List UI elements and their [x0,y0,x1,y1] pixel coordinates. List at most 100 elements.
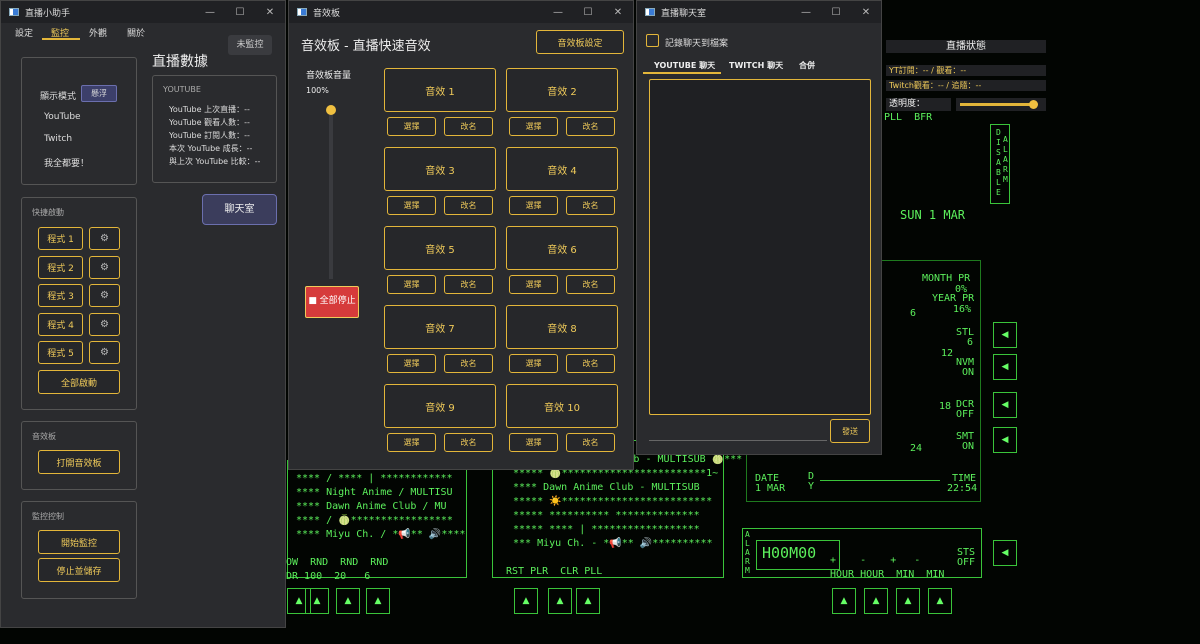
mode-all[interactable]: 我全都要！ [44,156,89,169]
minimize-icon[interactable]: — [543,7,573,18]
opacity-slider-knob[interactable] [1028,100,1038,109]
sound-rename-button[interactable]: 改名 [444,196,493,215]
soundboard-window: 音效板 — ☐ ✕ 音效板 - 直播快速音效 音效板設定 音效板音量 100% … [288,0,634,470]
menu-about[interactable]: 關於 [127,26,145,39]
sound-rename-button[interactable]: 改名 [566,433,615,452]
program-settings-gear-icon[interactable]: ⚙ [89,284,120,307]
sound-rename-button[interactable]: 改名 [566,117,615,136]
program-settings-gear-icon[interactable]: ⚙ [89,227,120,250]
minimize-icon[interactable]: — [791,7,821,18]
sound-select-button[interactable]: 選擇 [509,117,558,136]
maximize-icon[interactable]: ☐ [573,7,603,18]
bg-smt-v: ON [962,441,975,452]
bg-dcr-button: ◀ [993,392,1017,418]
stats-title: 直播數據 [152,54,208,70]
stop-save-button[interactable]: 停止並儲存 [38,558,120,582]
sound-rename-button[interactable]: 改名 [566,275,615,294]
send-button[interactable]: 發送 [830,419,870,443]
sound-select-button[interactable]: 選擇 [387,117,436,136]
tab-active-underline [643,72,721,74]
mode-twitch[interactable]: Twitch [44,134,72,144]
bg-dial-24: 24 [910,443,923,454]
sound-select-button[interactable]: 選擇 [509,196,558,215]
program-settings-gear-icon[interactable]: ⚙ [89,341,120,364]
tab-twitch-chat[interactable]: TWITCH 聊天 [729,60,783,71]
sound-pad[interactable]: 音效 7 [384,305,496,349]
bg-smt-button: ◀ [993,427,1017,453]
assistant-titlebar: 直播小助手 — ☐ ✕ [1,1,285,23]
bg-time-v: 22:54 [947,483,978,494]
program-button[interactable]: 程式 3 [38,284,83,307]
menu-appearance[interactable]: 外觀 [89,26,107,39]
sound-pad[interactable]: 音效 2 [506,68,618,112]
start-monitor-button[interactable]: 開始監控 [38,530,120,554]
menu-settings[interactable]: 設定 [15,26,33,39]
bg-alarm: A L A R M [745,530,750,575]
soundboard-title: 音效板 [313,8,341,19]
record-label: 記錄聊天到檔案 [665,39,729,49]
sound-select-button[interactable]: 選擇 [509,433,558,452]
sound-rename-button[interactable]: 改名 [444,117,493,136]
bg-min-up: ▲ [896,588,920,614]
maximize-icon[interactable]: ☐ [225,7,255,18]
bg-date-v: 1 MAR [755,483,786,494]
program-button[interactable]: 程式 1 [38,227,83,250]
bg-sts-button: ◀ [993,540,1017,566]
bg-hour-up: ▲ [832,588,856,614]
bg-dial-6: 6 [910,308,917,319]
close-icon[interactable]: ✕ [851,7,881,18]
volume-slider-knob[interactable] [326,105,336,115]
float-button[interactable]: 懸浮 [81,85,117,102]
sound-rename-button[interactable]: 改名 [566,354,615,373]
sound-rename-button[interactable]: 改名 [444,354,493,373]
stat-last-stream: YouTube 上次直播：-- [169,105,250,114]
status-yt: YT訂閱：-- / 觀看：-- [886,65,1046,76]
sound-select-button[interactable]: 選擇 [387,354,436,373]
record-checkbox[interactable] [646,34,659,47]
bg-btn-5: ▲ [514,588,538,614]
soundboard-settings-button[interactable]: 音效板設定 [536,30,624,54]
tab-merged[interactable]: 合併 [799,60,815,71]
bg-dcr-v: OFF [956,409,975,420]
sound-select-button[interactable]: 選擇 [509,354,558,373]
stat-growth: 本次 YouTube 成長：-- [169,144,253,153]
close-icon[interactable]: ✕ [255,7,285,18]
sound-pad[interactable]: 音效 5 [384,226,496,270]
program-button[interactable]: 程式 2 [38,255,83,279]
tab-youtube-chat[interactable]: YOUTUBE 聊天 [654,60,715,71]
sound-rename-button[interactable]: 改名 [444,433,493,452]
program-settings-gear-icon[interactable]: ⚙ [89,312,120,336]
bg-nvm-button: ◀ [993,354,1017,380]
stop-all-button[interactable]: ■ 全部停止 [305,286,359,318]
open-soundboard-button[interactable]: 打開音效板 [38,450,120,474]
sound-pad[interactable]: 音效 10 [506,384,618,428]
sound-pad[interactable]: 音效 9 [384,384,496,428]
sound-pad[interactable]: 音效 1 [384,68,496,112]
sound-rename-button[interactable]: 改名 [444,275,493,294]
sound-select-button[interactable]: 選擇 [387,196,436,215]
sound-select-button[interactable]: 選擇 [387,433,436,452]
chat-log[interactable] [649,79,871,415]
opacity-slider[interactable] [956,98,1046,111]
sound-pad[interactable]: 音效 8 [506,305,618,349]
start-all-button[interactable]: 全部啟動 [38,370,120,394]
sound-select-button[interactable]: 選擇 [509,275,558,294]
volume-label: 音效板音量 [306,71,352,81]
sound-pad[interactable]: 音效 3 [384,147,496,191]
mode-youtube[interactable]: YouTube [44,112,81,122]
program-button[interactable]: 程式 5 [38,341,83,364]
bg-stl-button: ◀ [993,322,1017,348]
close-icon[interactable]: ✕ [603,7,633,18]
volume-slider[interactable] [326,105,336,279]
sound-select-button[interactable]: 選擇 [387,275,436,294]
maximize-icon[interactable]: ☐ [821,7,851,18]
minimize-icon[interactable]: — [195,7,225,18]
chat-room-button[interactable]: 聊天室 [202,194,277,225]
sound-rename-button[interactable]: 改名 [566,196,615,215]
chat-input[interactable] [649,421,827,441]
bg-rst: RST PLR CLR PLL [506,566,603,577]
sound-pad[interactable]: 音效 4 [506,147,618,191]
program-button[interactable]: 程式 4 [38,312,83,336]
program-settings-gear-icon[interactable]: ⚙ [89,255,120,279]
sound-pad[interactable]: 音效 6 [506,226,618,270]
